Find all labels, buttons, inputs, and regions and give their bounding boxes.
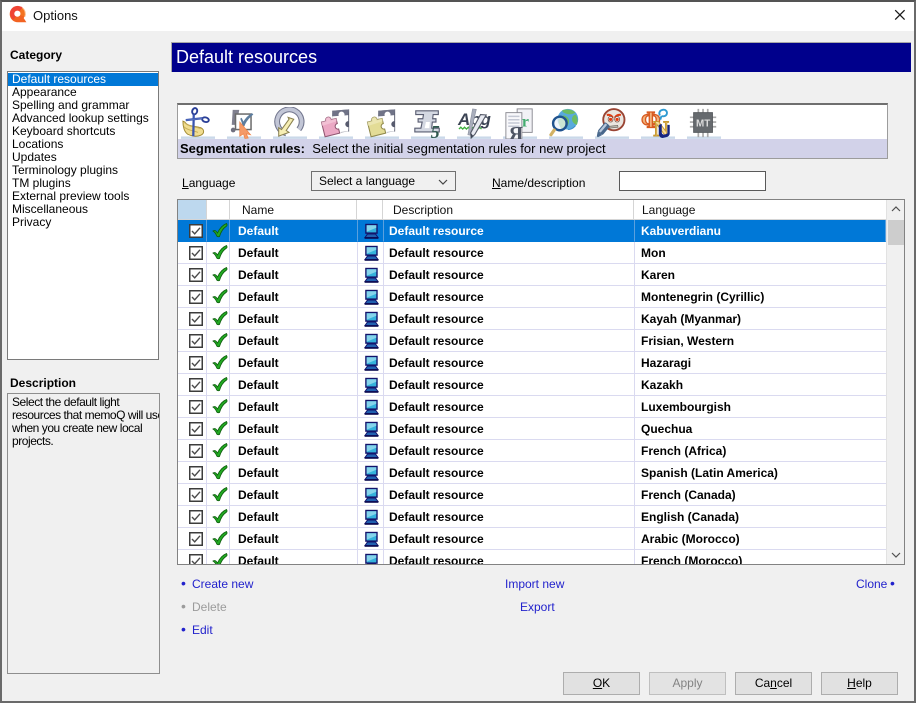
svg-text:MT: MT bbox=[696, 119, 710, 130]
